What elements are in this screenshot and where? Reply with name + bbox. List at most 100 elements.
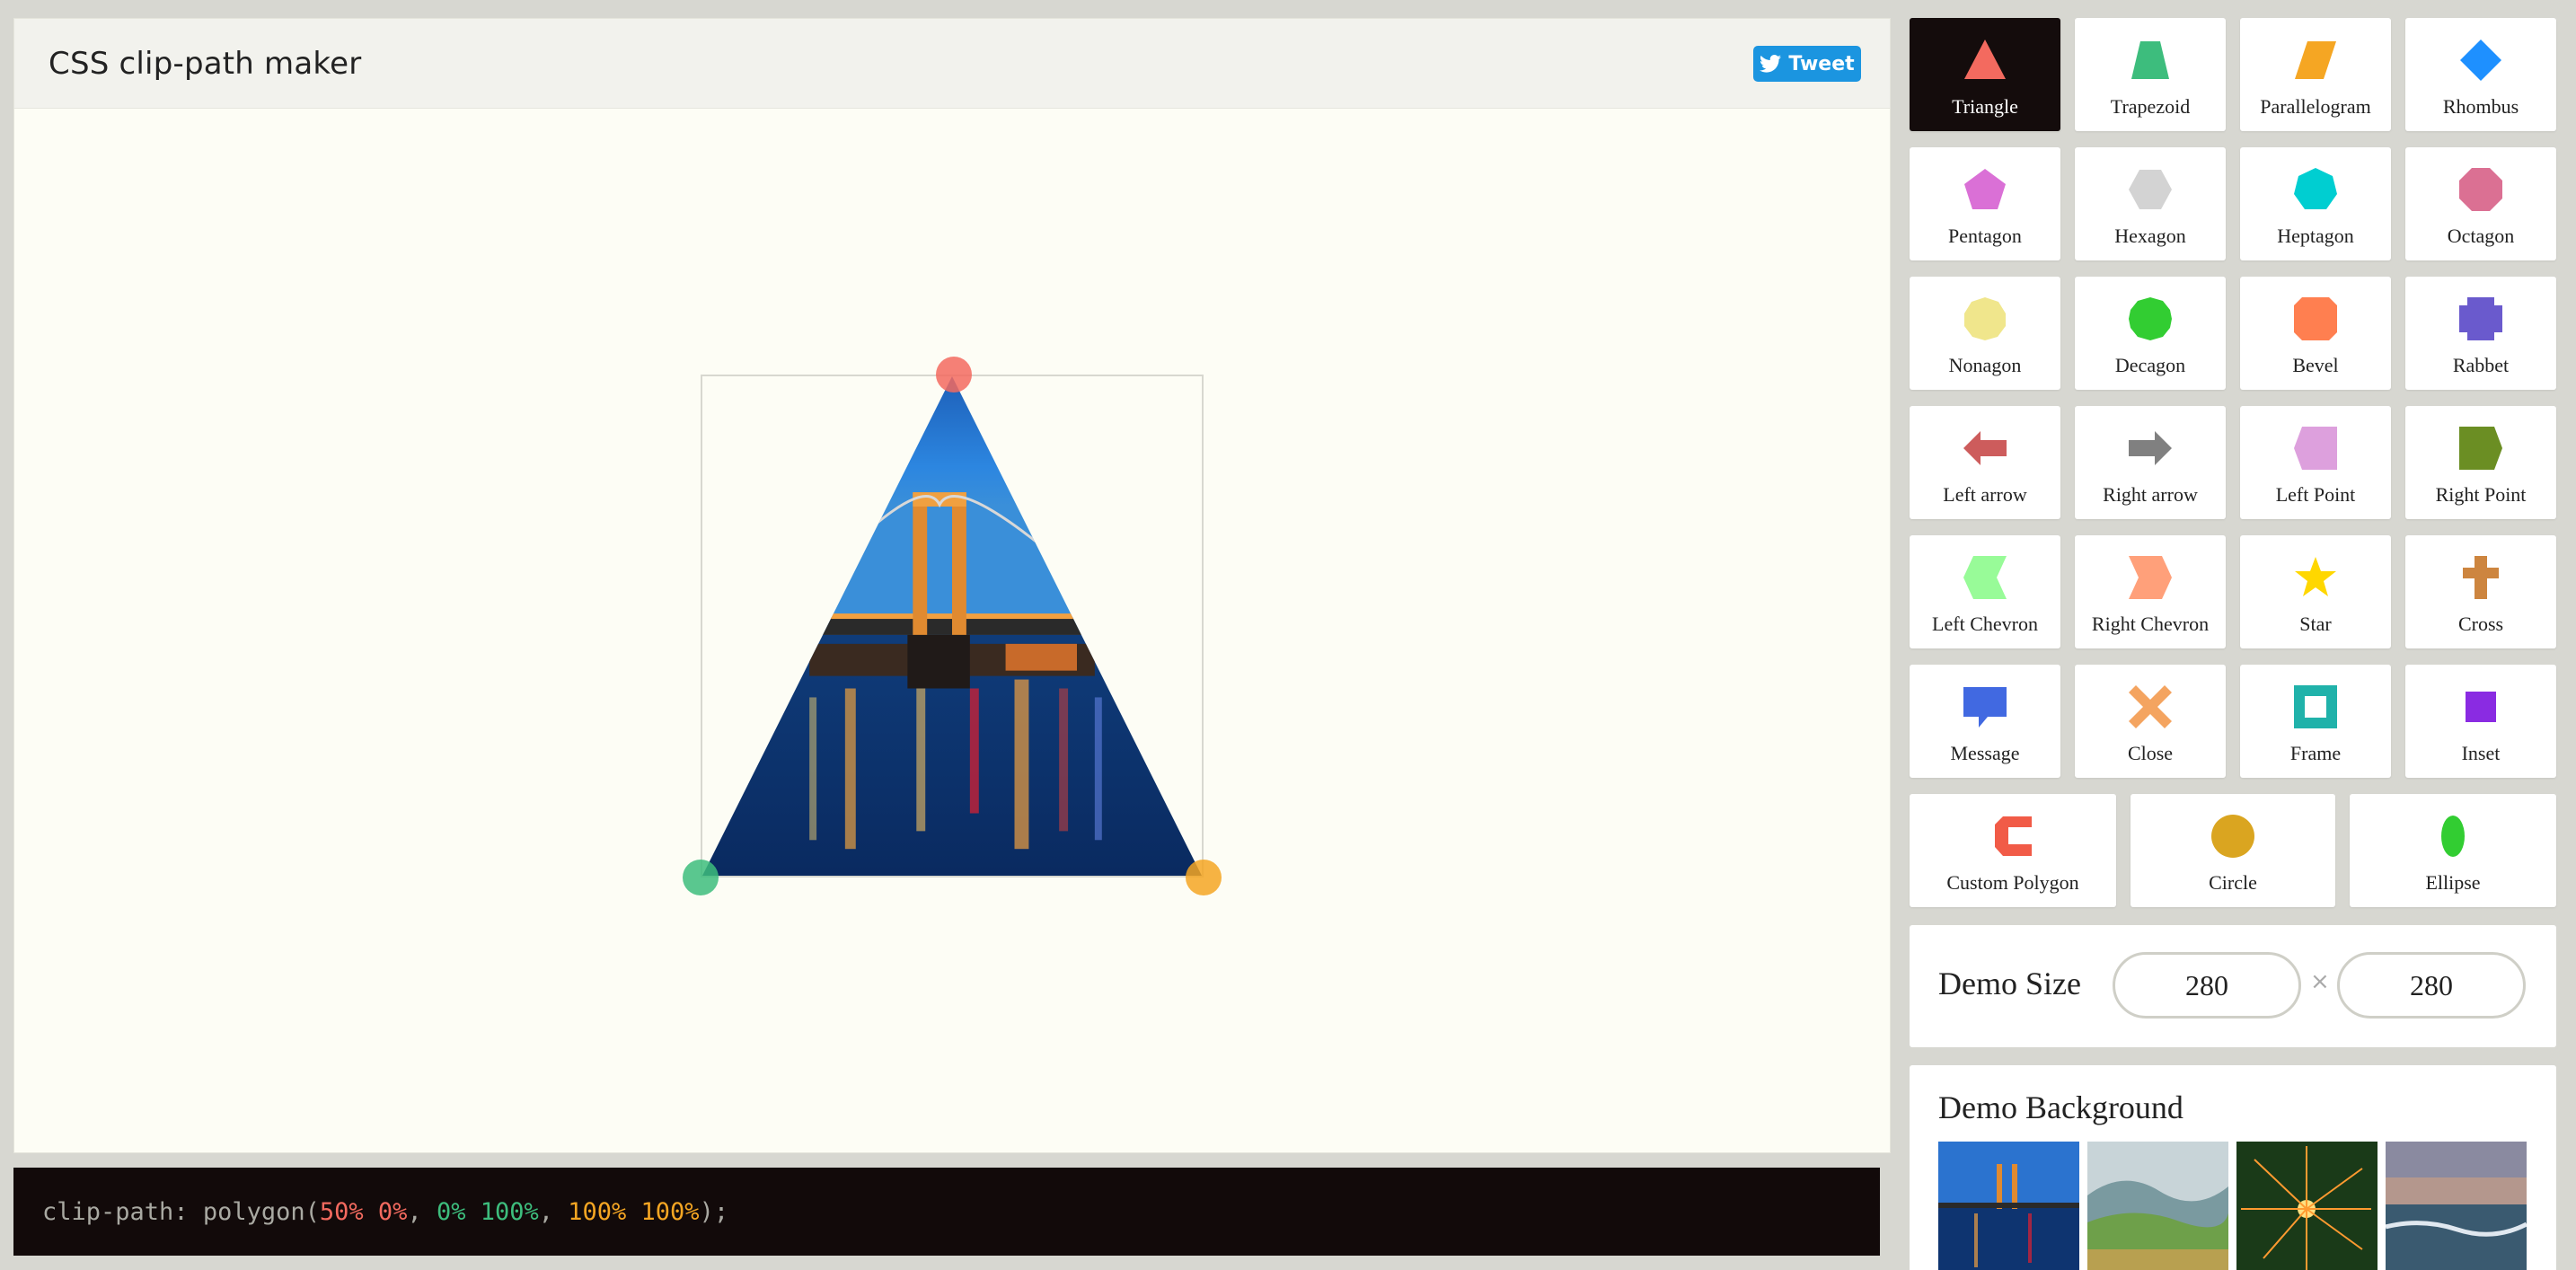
shape-tile-label: Right Point (2435, 483, 2527, 506)
shape-tile-frame[interactable]: Frame (2240, 665, 2391, 778)
shape-tile-label: Octagon (2447, 225, 2515, 247)
demo-bounding-box (683, 357, 1222, 895)
shape-tile-ellipse[interactable]: Ellipse (2350, 794, 2556, 907)
right-chevron-icon (2129, 556, 2172, 599)
shape-tile-label: Bevel (2292, 354, 2339, 376)
shape-tile-label: Nonagon (1948, 354, 2022, 376)
shape-tile-right-point[interactable]: Right Point (2405, 406, 2556, 519)
left-chevron-icon (1963, 556, 2007, 599)
clipped-demo-image (702, 376, 1202, 876)
rabbet-icon (2459, 297, 2502, 340)
shape-tile-circle[interactable]: Circle (2130, 794, 2335, 907)
heptagon-icon (2294, 168, 2337, 209)
shape-tile-inset[interactable]: Inset (2405, 665, 2556, 778)
demo-background-label: Demo Background (1938, 1089, 2183, 1125)
demo-height-input[interactable] (2337, 952, 2526, 1019)
shape-tile-label: Close (2127, 742, 2174, 764)
close-icon (2129, 685, 2172, 728)
shape-tile-bevel[interactable]: Bevel (2240, 277, 2391, 390)
right-point-icon (2459, 427, 2502, 470)
shape-tile-left-chevron[interactable]: Left Chevron (1910, 535, 2060, 648)
frame-icon (2294, 685, 2337, 728)
green-hills-thumbnail[interactable] (2087, 1142, 2228, 1270)
left-point-icon (2294, 427, 2337, 470)
size-separator: × (2310, 968, 2330, 995)
shape-tile-triangle[interactable]: Triangle (1910, 18, 2060, 131)
shape-tile-label: Hexagon (2114, 225, 2186, 247)
shape-tile-label: Star (2299, 613, 2332, 635)
shape-tile-label: Trapezoid (2110, 95, 2191, 118)
message-icon (1963, 687, 2007, 728)
shape-tile-nonagon[interactable]: Nonagon (1910, 277, 2060, 390)
twitter-bird-icon (1760, 55, 1782, 73)
shape-tile-label: Left Chevron (1932, 613, 2038, 635)
shape-tile-left-point[interactable]: Left Point (2240, 406, 2391, 519)
code-point-2: 0% 100% (436, 1197, 539, 1226)
pentagon-icon (1964, 169, 2006, 209)
shape-tile-heptagon[interactable]: Heptagon (2240, 147, 2391, 260)
tweet-label: Tweet (1788, 52, 1855, 75)
shape-tile-label: Rhombus (2442, 95, 2519, 118)
code-output[interactable]: clip-path: polygon(50% 0%, 0% 100%, 100%… (13, 1168, 1880, 1256)
sparkler-thumbnail[interactable] (2236, 1142, 2378, 1270)
hexagon-icon (2129, 170, 2172, 209)
inset-icon (2466, 692, 2496, 722)
shape-tile-label: Heptagon (2277, 225, 2354, 247)
demo-size-panel: Demo Size × (1910, 925, 2556, 1047)
decagon-icon (2129, 297, 2172, 340)
shape-tile-label: Ellipse (2425, 871, 2481, 894)
app-title: CSS clip-path maker (49, 46, 362, 82)
shape-tile-label: Left arrow (1943, 483, 2027, 506)
shape-tile-custom-polygon[interactable]: Custom Polygon (1910, 794, 2116, 907)
shape-tile-right-arrow[interactable]: Right arrow (2075, 406, 2226, 519)
shape-tile-left-arrow[interactable]: Left arrow (1910, 406, 2060, 519)
shape-tile-label: Triangle (1952, 95, 2018, 118)
shape-tile-label: Inset (2461, 742, 2501, 764)
shape-tile-label: Circle (2209, 871, 2257, 894)
shape-tile-rhombus[interactable]: Rhombus (2405, 18, 2556, 131)
shape-tile-label: Decagon (2114, 354, 2186, 376)
shape-tile-label: Left Point (2275, 483, 2356, 506)
demo-background-panel: Demo Background (1910, 1065, 2556, 1270)
code-point-1: 50% 0% (319, 1197, 408, 1226)
parallelogram-icon (2295, 41, 2336, 79)
shape-tile-parallelogram[interactable]: Parallelogram (2240, 18, 2391, 131)
circle-icon (2211, 815, 2254, 858)
shape-tile-label: Pentagon (1948, 225, 2022, 247)
trapezoid-icon (2131, 41, 2169, 79)
vertex-handle-bottom-left[interactable] (683, 860, 719, 895)
shape-tile-cross[interactable]: Cross (2405, 535, 2556, 648)
shape-tile-label: Parallelogram (2260, 95, 2371, 118)
nonagon-icon (1964, 297, 2006, 340)
rhombus-icon (2460, 40, 2501, 81)
tweet-button[interactable]: Tweet (1753, 46, 1861, 82)
shape-tile-pentagon[interactable]: Pentagon (1910, 147, 2060, 260)
shape-tile-message[interactable]: Message (1910, 665, 2060, 778)
shape-tile-label: Message (1950, 742, 2020, 764)
vertex-handle-top[interactable] (936, 357, 972, 392)
cross-icon (2463, 556, 2499, 599)
shape-tile-hexagon[interactable]: Hexagon (2075, 147, 2226, 260)
shape-tile-label: Frame (2289, 742, 2342, 764)
shape-tile-right-chevron[interactable]: Right Chevron (2075, 535, 2226, 648)
demo-width-input[interactable] (2113, 952, 2301, 1019)
vertex-handle-bottom-right[interactable] (1186, 860, 1222, 895)
shape-tile-decagon[interactable]: Decagon (2075, 277, 2226, 390)
bridge-night-thumbnail[interactable] (1938, 1142, 2079, 1270)
bevel-icon (2294, 297, 2337, 340)
shape-tile-label: Custom Polygon (1946, 871, 2079, 894)
shape-tile-trapezoid[interactable]: Trapezoid (2075, 18, 2226, 131)
demo-size-label: Demo Size (1938, 966, 2081, 1001)
star-icon (2295, 557, 2336, 596)
shape-tile-close[interactable]: Close (2075, 665, 2226, 778)
shape-tile-label: Cross (2457, 613, 2504, 635)
shape-tile-octagon[interactable]: Octagon (2405, 147, 2556, 260)
shape-tile-star[interactable]: Star (2240, 535, 2391, 648)
code-property: clip-path (42, 1197, 174, 1226)
shape-tile-label: Rabbet (2452, 354, 2510, 376)
shape-tile-rabbet[interactable]: Rabbet (2405, 277, 2556, 390)
code-point-3: 100% 100% (568, 1197, 700, 1226)
left-arrow-icon (1963, 431, 2007, 465)
code-function: polygon (202, 1197, 305, 1226)
sea-waves-thumbnail[interactable] (2386, 1142, 2527, 1270)
